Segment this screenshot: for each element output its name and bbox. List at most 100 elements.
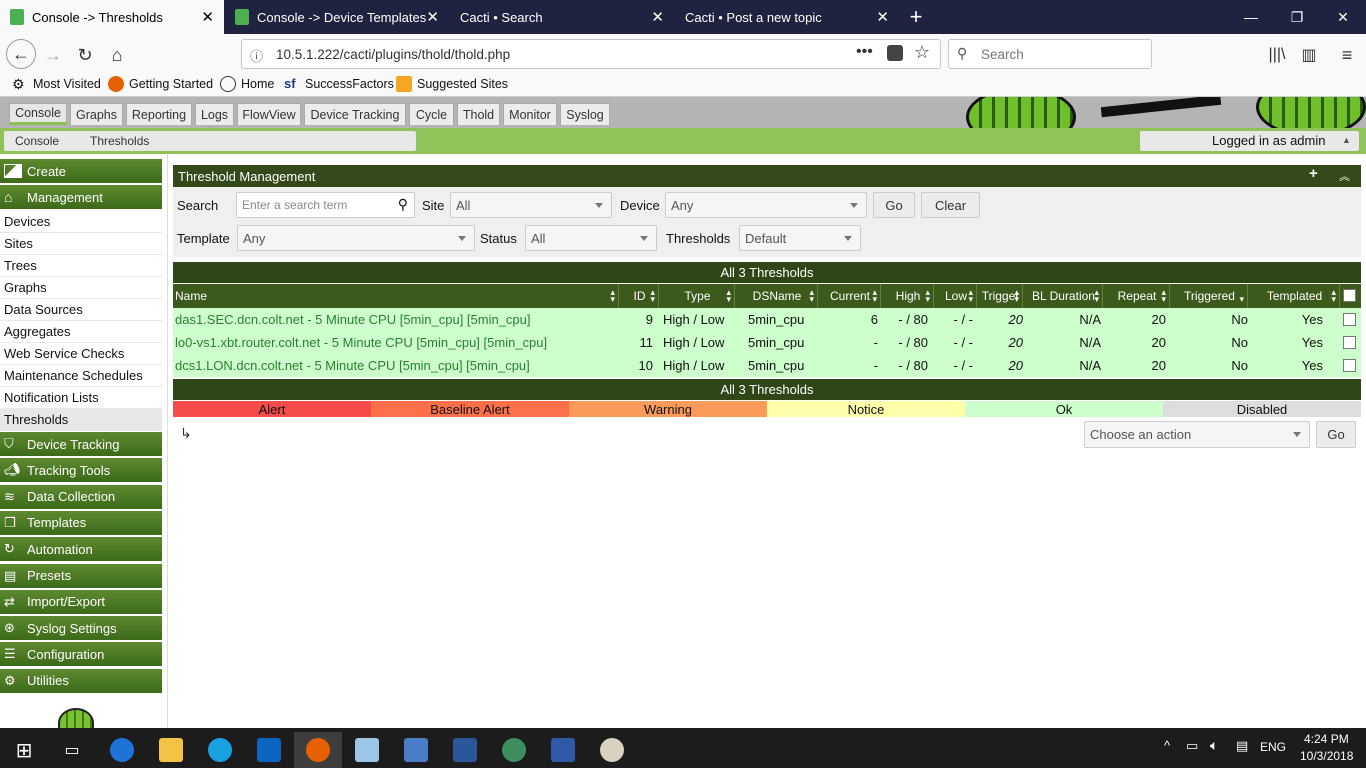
hamburger-menu-icon[interactable]: ≡ [1334, 42, 1360, 68]
globe-app-icon[interactable] [490, 732, 538, 768]
bookmark-successfactors[interactable]: sf SuccessFactors [284, 76, 394, 92]
sidebar-section-data-collection[interactable]: ≋ Data Collection [0, 484, 162, 509]
tab-syslog[interactable]: Syslog [560, 103, 610, 125]
bookmark-suggested-sites[interactable]: Suggested Sites [396, 76, 508, 92]
sidebar-item-sites[interactable]: Sites [0, 233, 162, 255]
row-checkbox[interactable] [1343, 336, 1356, 349]
network-app-icon[interactable] [539, 732, 587, 768]
sidebar-item-data-sources[interactable]: Data Sources [0, 299, 162, 321]
thresholds-select[interactable]: Default [739, 225, 861, 251]
status-select[interactable]: All [525, 225, 657, 251]
sidebar-section-device-tracking[interactable]: ⛉ Device Tracking [0, 432, 162, 456]
sidebar-item-thresholds[interactable]: Thresholds [0, 409, 162, 431]
column-header-repeat[interactable]: Repeat ▴ ▾ [1103, 284, 1170, 308]
action-go-button[interactable]: Go [1316, 421, 1356, 448]
threshold-name-link[interactable]: das1.SEC.dcn.colt.net - 5 Minute CPU [5m… [175, 312, 531, 327]
tab-device-tracking[interactable]: Device Tracking [304, 103, 406, 125]
sidebar-item-maintenance-schedules[interactable]: Maintenance Schedules [0, 365, 162, 387]
sidebar-item-aggregates[interactable]: Aggregates [0, 321, 162, 343]
user-menu[interactable]: Logged in as admin ▲ [1140, 131, 1359, 151]
row-checkbox[interactable] [1343, 313, 1356, 326]
sidebar-section-presets[interactable]: ▤ Presets [0, 563, 162, 588]
chevron-up-icon[interactable]: ^ [1164, 738, 1170, 753]
table-row[interactable]: dcs1.LON.dcn.colt.net - 5 Minute CPU [5m… [173, 354, 1361, 377]
column-header-type[interactable]: Type ▴ ▾ [659, 284, 735, 308]
volume-icon[interactable]: 🔈︎ [1210, 737, 1218, 754]
table-row[interactable]: das1.SEC.dcn.colt.net - 5 Minute CPU [5m… [173, 308, 1361, 331]
tab-console[interactable]: Console [9, 103, 67, 125]
clock-date[interactable]: 10/3/2018 [1300, 749, 1353, 763]
search-field[interactable]: ⚲ Search [948, 39, 1152, 69]
sidebar-section-templates[interactable]: ❐ Templates [0, 510, 162, 535]
site-select[interactable]: All [450, 192, 612, 218]
restore-icon[interactable]: ❐ [1274, 0, 1320, 34]
power-icon[interactable]: ▭ [1186, 738, 1198, 754]
browser-tab-thresholds[interactable]: Console -> Thresholds ✕ [0, 0, 224, 34]
pocket-icon[interactable] [887, 45, 903, 61]
language-indicator[interactable]: ENG [1260, 740, 1286, 754]
sidebar-section-configuration[interactable]: ☰ Configuration [0, 642, 162, 667]
clear-button[interactable]: Clear [921, 192, 980, 218]
home-icon[interactable]: ⌂ [104, 42, 130, 68]
file-explorer-icon[interactable] [147, 732, 195, 768]
page-actions-icon[interactable]: ••• [856, 43, 873, 61]
collapse-icon[interactable]: ︽ [1339, 168, 1350, 184]
select-all-checkbox[interactable] [1343, 289, 1356, 302]
threshold-name-link[interactable]: dcs1.LON.dcn.colt.net - 5 Minute CPU [5m… [175, 358, 530, 373]
edge-icon[interactable] [98, 732, 146, 768]
windows-start-icon[interactable]: ⊞ [0, 732, 48, 768]
back-icon[interactable]: ← [6, 39, 36, 69]
sidebar-section-import-export[interactable]: ⇄ Import/Export [0, 589, 162, 614]
task-view-icon[interactable]: ▭ [48, 732, 96, 768]
go-button[interactable]: Go [873, 192, 915, 218]
sidebar-section-tracking-tools[interactable]: 📣︎ Tracking Tools [0, 458, 162, 483]
close-tab-icon[interactable]: ✕ [876, 8, 889, 26]
sidebar-item-devices[interactable]: Devices [0, 211, 162, 233]
sidebar-section-automation[interactable]: ↻ Automation [0, 537, 162, 562]
column-header-templated[interactable]: Templated ▴ ▾ [1248, 284, 1340, 308]
word-icon[interactable] [441, 732, 489, 768]
sidebar-item-graphs[interactable]: Graphs [0, 277, 162, 299]
bookmark-getting-started[interactable]: Getting Started [108, 76, 213, 92]
breadcrumb-console[interactable]: Console [15, 134, 59, 148]
column-header-current[interactable]: Current ▴ ▾ [818, 284, 881, 308]
action-select[interactable]: Choose an action [1084, 421, 1310, 448]
sidebar-management[interactable]: ⌂ Management [0, 185, 162, 209]
paint-icon[interactable] [588, 732, 636, 768]
skype-icon[interactable] [196, 732, 244, 768]
search-input[interactable]: Enter a search term ⚲ [236, 192, 415, 218]
sidebar-item-web-service-checks[interactable]: Web Service Checks [0, 343, 162, 365]
sidebar-item-notification-lists[interactable]: Notification Lists [0, 387, 162, 409]
notification-icon[interactable]: ▤ [1236, 738, 1248, 754]
remote-desktop-icon[interactable] [392, 732, 440, 768]
close-window-icon[interactable]: ✕ [1320, 0, 1366, 34]
sidebar-item-trees[interactable]: Trees [0, 255, 162, 277]
add-icon[interactable]: + [1309, 165, 1318, 182]
device-select[interactable]: Any [665, 192, 867, 218]
library-icon[interactable]: |||\ [1264, 42, 1290, 68]
tab-thold[interactable]: Thold [457, 103, 500, 125]
outlook-icon[interactable] [245, 732, 293, 768]
sidebar-toggle-icon[interactable]: ▥ [1296, 42, 1322, 68]
column-header-dsname[interactable]: DSName ▴ ▾ [735, 284, 818, 308]
tab-cycle[interactable]: Cycle [409, 103, 454, 125]
column-header-triggered[interactable]: Triggered ▾ [1170, 284, 1248, 308]
minimize-icon[interactable]: — [1228, 0, 1274, 34]
firefox-taskbar-icon[interactable] [294, 732, 342, 768]
threshold-name-link[interactable]: lo0-vs1.xbt.router.colt.net - 5 Minute C… [175, 335, 547, 350]
info-icon[interactable]: ⓘ [250, 46, 263, 65]
tab-reporting[interactable]: Reporting [126, 103, 192, 125]
column-header-high[interactable]: High ▴ ▾ [881, 284, 934, 308]
column-header-low[interactable]: Low ▴ ▾ [934, 284, 977, 308]
app-icon[interactable] [343, 732, 391, 768]
browser-tab-device-templates[interactable]: Console -> Device Templates ✕ [225, 0, 449, 34]
close-tab-icon[interactable]: ✕ [201, 8, 214, 26]
browser-tab-post-topic[interactable]: Cacti • Post a new topic ✕ [675, 0, 899, 34]
new-tab-icon[interactable]: + [893, 0, 939, 34]
column-header-bl-duration[interactable]: BL Duration ▴ ▾ [1023, 284, 1103, 308]
sidebar-section-syslog-settings[interactable]: ⊛ Syslog Settings [0, 616, 162, 641]
clock-time[interactable]: 4:24 PM [1304, 732, 1349, 746]
close-tab-icon[interactable]: ✕ [651, 8, 664, 26]
forward-icon[interactable]: → [40, 42, 66, 68]
tab-flowview[interactable]: FlowView [237, 103, 301, 125]
